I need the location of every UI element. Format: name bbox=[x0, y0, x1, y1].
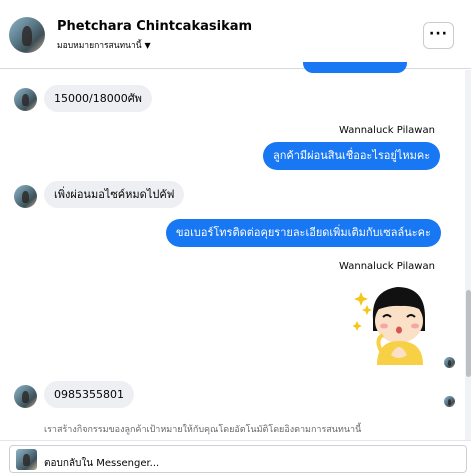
previous-outgoing-bubble bbox=[303, 62, 407, 73]
reply-input-placeholder[interactable]: ตอบกลับใน Messenger... bbox=[44, 456, 159, 471]
contact-avatar[interactable] bbox=[9, 17, 45, 53]
sender-name: Wannaluck Pilawan bbox=[339, 261, 435, 272]
sticker-girl-icon[interactable] bbox=[353, 279, 439, 365]
system-notice: เราสร้างกิจกรรมของลูกค้าเป้าหมายให้กับคุ… bbox=[44, 425, 362, 435]
incoming-message[interactable]: เพิ่งผ่อนมอไซค์หมดไปคัฟ bbox=[44, 181, 185, 208]
contact-avatar-small bbox=[14, 385, 37, 408]
assign-conversation-label: มอบหมายการสนทนานี้ bbox=[57, 41, 142, 51]
contact-name[interactable]: Phetchara Chintcakasikam bbox=[57, 19, 252, 34]
contact-avatar-small bbox=[14, 88, 37, 111]
incoming-message[interactable]: 0985355801 bbox=[44, 381, 134, 408]
page-avatar bbox=[16, 449, 37, 470]
scrollbar-thumb[interactable] bbox=[466, 290, 471, 377]
incoming-message[interactable]: 15000/18000ศัพ bbox=[44, 85, 152, 112]
composer: ตอบกลับใน Messenger... bbox=[0, 440, 471, 475]
seen-indicator-avatar bbox=[444, 357, 455, 368]
caret-down-icon: ▼ bbox=[144, 41, 151, 50]
conversation-header: Phetchara Chintcakasikam มอบหมายการสนทนา… bbox=[0, 0, 471, 69]
seen-indicator-avatar bbox=[444, 396, 455, 407]
outgoing-message[interactable]: ขอเบอร์โทรติดต่อคุยรายละเอียดเพิ่มเติมกั… bbox=[166, 219, 441, 247]
sender-name: Wannaluck Pilawan bbox=[339, 125, 435, 136]
scrollbar-track[interactable] bbox=[465, 70, 471, 440]
contact-avatar-small bbox=[14, 185, 37, 208]
assign-conversation-dropdown[interactable]: มอบหมายการสนทนานี้ ▼ bbox=[57, 38, 151, 52]
more-options-button[interactable]: ··· bbox=[423, 22, 454, 49]
outgoing-message[interactable]: ลูกค้ามีผ่อนสินเชื่ออะไรอยู่ไหมคะ bbox=[263, 142, 441, 170]
